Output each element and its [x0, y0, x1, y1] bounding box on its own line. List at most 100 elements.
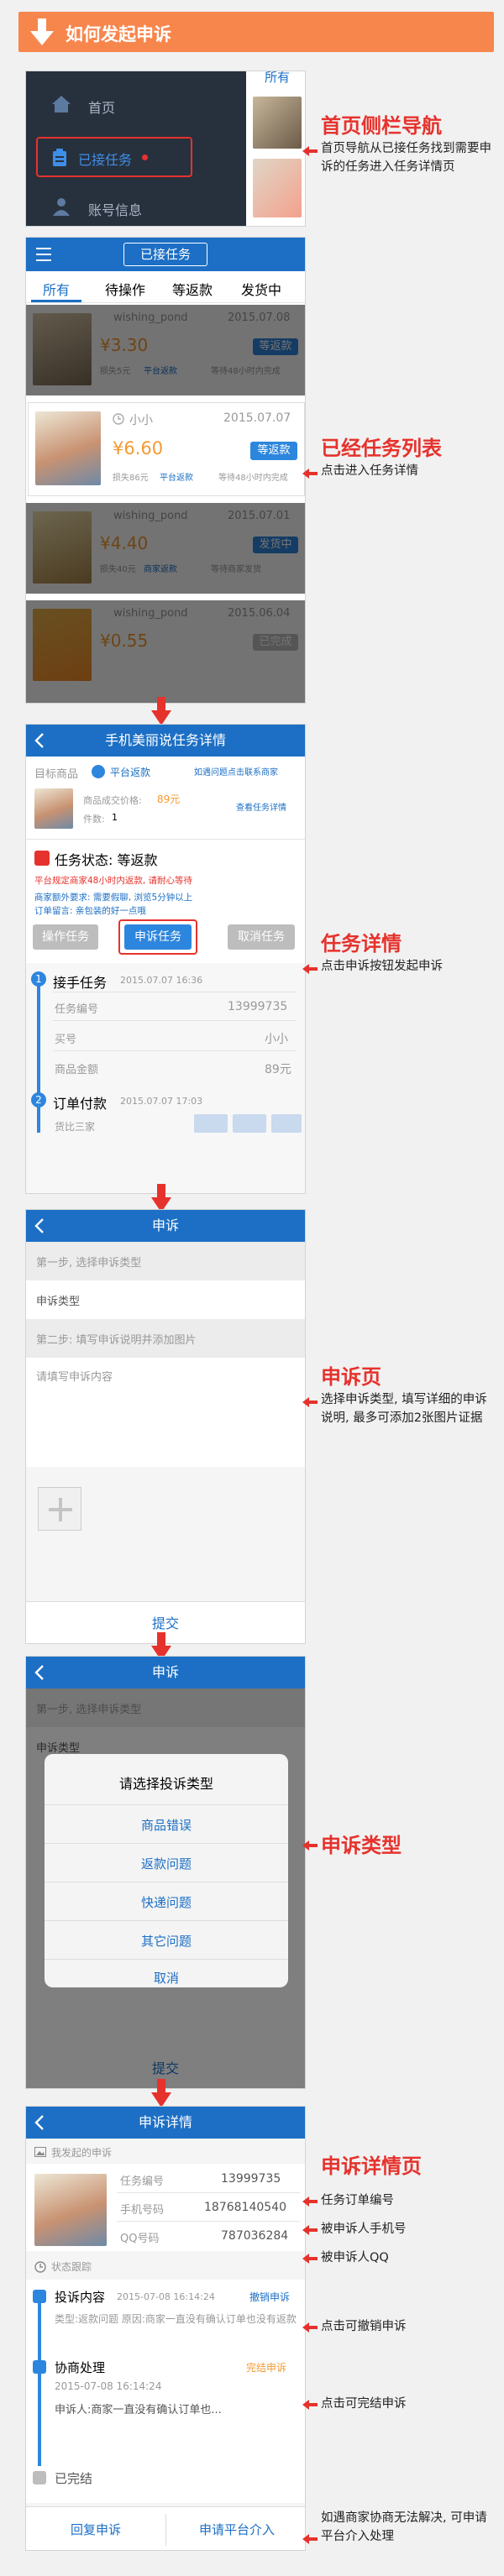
task-meta: 平台返款 — [160, 474, 193, 483]
annotation-desc: 任务订单编号 — [321, 2194, 394, 2207]
task-date: 2015.06.04 — [228, 607, 291, 620]
status-icon — [34, 851, 50, 866]
timeline-desc: 申诉人:商家一直没有确认订单也... — [55, 2404, 222, 2416]
back-arrow-icon[interactable] — [34, 1665, 45, 1680]
status-badge: 发货中 — [253, 537, 298, 553]
complete-appeal-link[interactable]: 完结申诉 — [246, 2360, 286, 2374]
task-price: ¥4.40 — [100, 533, 149, 553]
timeline-node — [33, 2290, 46, 2303]
product-thumbnail — [34, 2174, 107, 2246]
task-card-highlighted[interactable]: 小小 2015.07.07 ¥6.60 等返款 损失86元 平台返款 等待48小… — [28, 402, 305, 496]
section-label: 我发起的申诉 — [51, 2147, 113, 2159]
task-date: 2015.07.07 — [223, 411, 291, 425]
task-price: ¥6.60 — [113, 438, 164, 458]
field-label: 任务编号 — [120, 2175, 165, 2188]
arrow-down-icon — [30, 18, 54, 45]
arrow-left-icon — [302, 964, 318, 974]
top-bar: 已接任务 — [26, 238, 305, 271]
sidebar-item-accepted-highlight[interactable]: 已接任务 — [36, 137, 192, 177]
task-meta: 等待48小时内完成 — [218, 474, 288, 483]
field-label: 任务编号 — [55, 1003, 99, 1016]
tab-pending[interactable]: 待操作 — [105, 279, 145, 299]
task-meta: 商家返款 — [144, 565, 177, 574]
appeal-type-select[interactable]: 申诉类型 — [26, 1280, 305, 1319]
step-number: 1 — [31, 971, 46, 987]
product-thumbnail — [253, 159, 302, 217]
option-refund-issue[interactable]: 返款问题 — [45, 1855, 288, 1872]
status-badge: 等返款 — [253, 338, 298, 355]
field-label: QQ号码 — [120, 2233, 160, 2245]
request-platform-button[interactable]: 申请平台介入 — [167, 2521, 305, 2538]
section-appeal-form: 申诉 第一步, 选择申诉类型 申诉类型 第二步: 填写申诉说明并添加图片 请填写… — [25, 1209, 306, 1644]
sidebar: 首页 已接任务 账号信息 — [26, 71, 246, 226]
annotation-title: 已经任务列表 — [321, 437, 442, 460]
top-bar: 手机美丽说任务详情 — [26, 725, 305, 757]
task-card[interactable]: wishing_pond 2015.06.04 ¥0.55 已完成 — [26, 600, 305, 703]
task-status: 任务状态: 等返款 — [55, 852, 158, 868]
back-arrow-icon[interactable] — [34, 1218, 45, 1233]
option-other-issue[interactable]: 其它问题 — [45, 1932, 288, 1950]
timeline-title: 已完结 — [55, 2471, 93, 2486]
timeline-node — [33, 2471, 46, 2484]
status-timeline: 投诉内容 2015-07-08 16:14:24 撤销申诉 类型:返款问题 原因… — [26, 2280, 305, 2503]
home-icon — [52, 96, 71, 113]
option-product-error[interactable]: 商品错误 — [45, 1816, 288, 1834]
menu-icon[interactable] — [36, 248, 51, 261]
section-appeal-type: 申诉 第一步, 选择申诉类型 申诉类型 提交 请选择投诉类型 商品错误 返款问题… — [25, 1656, 306, 2089]
user-icon — [53, 198, 70, 216]
tab-refund[interactable]: 等返款 — [172, 279, 213, 299]
withdraw-appeal-link[interactable]: 撤销申诉 — [249, 2290, 290, 2304]
tab-indicator — [31, 300, 81, 302]
modal-title: 请选择投诉类型 — [118, 1776, 213, 1792]
appeal-info-card: 任务编号 13999735 手机号码 18768140540 QQ号码 7870… — [26, 2164, 305, 2251]
shop-name: wishing_pond — [113, 312, 188, 324]
operate-task-button[interactable]: 操作任务 — [33, 924, 98, 950]
status-badge: 已完成 — [253, 634, 298, 651]
appeal-task-button[interactable]: 申诉任务 — [124, 924, 192, 950]
timeline-time: 2015-07-08 16:14:24 — [55, 2380, 162, 2392]
step-title: 订单付款 — [53, 1096, 108, 1112]
product-thumbnail — [253, 97, 302, 149]
annotation-desc: 点击可撤销申诉 — [321, 2320, 407, 2333]
option-delivery-issue[interactable]: 快递问题 — [45, 1893, 288, 1911]
shop-name: wishing_pond — [113, 510, 188, 522]
clipboard-icon — [53, 149, 66, 166]
field-label: 商品金额 — [55, 1064, 99, 1076]
arrow-left-icon — [302, 2254, 318, 2264]
platform-tag: 平台返款 — [110, 767, 151, 778]
tab-shipping[interactable]: 发货中 — [241, 279, 281, 299]
section-task-list: 已接任务 所有 待操作 等返款 发货中 wishing_pond 2015.07… — [25, 237, 306, 704]
annotation-title: 申诉详情页 — [321, 2155, 422, 2178]
sidebar-item-account[interactable]: 账号信息 — [88, 199, 142, 219]
page-title: 手机美丽说任务详情 — [104, 732, 226, 748]
option-cancel[interactable]: 取消 — [45, 1969, 288, 1987]
arrow-left-icon — [302, 1840, 318, 1851]
appeal-content-textarea[interactable]: 请填写申诉内容 — [26, 1358, 305, 1467]
timeline-title: 协商处理 — [55, 2360, 106, 2375]
tab-all[interactable]: 所有 — [43, 279, 70, 299]
image-icon — [34, 2147, 46, 2157]
arrow-left-icon — [302, 2196, 318, 2207]
step-header: 第二步: 填写申诉说明并添加图片 — [26, 1319, 305, 1358]
page-title: 如何发起申诉 — [66, 24, 171, 45]
view-detail-link[interactable]: 查看任务详情 — [236, 800, 286, 813]
annotation-desc: 点击进入任务详情 — [321, 464, 418, 478]
tab-bar: 所有 待操作 等返款 发货中 — [26, 271, 305, 303]
task-card[interactable]: wishing_pond 2015.07.08 ¥3.30 等返款 损失5元 平… — [26, 305, 305, 395]
top-bar: 申诉 — [26, 1210, 305, 1242]
step-header: 第一步, 选择申诉类型 — [26, 1242, 305, 1280]
qty-label: 件数: — [83, 814, 105, 825]
arrow-left-icon — [302, 146, 318, 156]
sidebar-item-home[interactable]: 首页 — [88, 97, 115, 117]
back-arrow-icon[interactable] — [34, 2115, 45, 2130]
arrow-left-icon — [302, 469, 318, 479]
cancel-task-button[interactable]: 取消任务 — [228, 924, 295, 950]
task-price: ¥3.30 — [100, 335, 149, 355]
contact-merchant-link[interactable]: 如遇问题点击联系商家 — [194, 765, 278, 778]
reply-appeal-button[interactable]: 回复申诉 — [26, 2521, 165, 2538]
step-title: 接手任务 — [53, 975, 108, 991]
back-arrow-icon[interactable] — [34, 733, 45, 748]
timeline-desc: 类型:返款问题 原因:商家一直没有确认订单也没有返款 — [55, 2313, 297, 2325]
add-image-button[interactable] — [38, 1487, 81, 1531]
task-card[interactable]: wishing_pond 2015.07.01 ¥4.40 发货中 损失40元 … — [26, 503, 305, 594]
